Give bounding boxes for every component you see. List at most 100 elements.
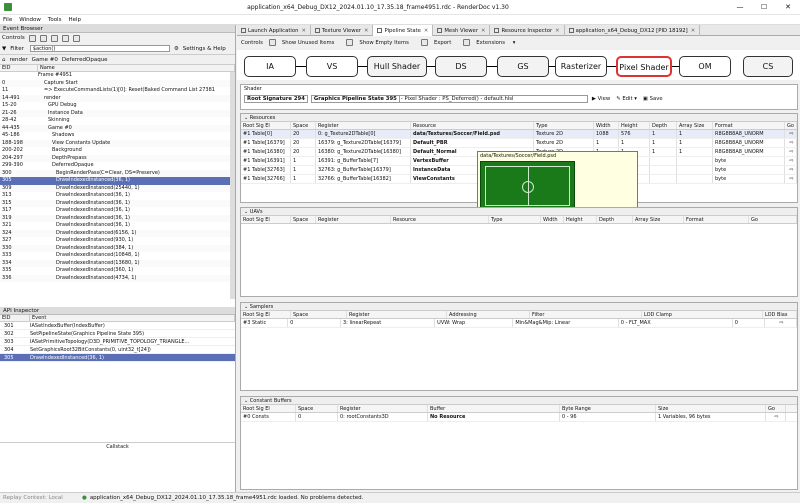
close-icon[interactable]: ✕ bbox=[691, 26, 695, 36]
col-eid[interactable]: EID bbox=[0, 65, 38, 71]
event-row[interactable]: Frame #4951 bbox=[0, 72, 230, 80]
go-arrow-icon[interactable]: ⇨ bbox=[785, 166, 797, 174]
event-row[interactable]: 188-198 View Constants Update bbox=[0, 139, 230, 147]
stage-rasterizer[interactable]: Rasterizer bbox=[555, 56, 607, 77]
col-header[interactable]: Array Size bbox=[633, 216, 684, 223]
col-header[interactable]: Root Sig El bbox=[241, 216, 291, 223]
col-header[interactable]: Resource bbox=[411, 122, 534, 129]
col-header[interactable]: Register bbox=[347, 311, 447, 318]
col-header[interactable]: LOD Bias bbox=[763, 311, 797, 318]
event-row[interactable]: 335 DrawIndexedInstanced(360, 1) bbox=[0, 267, 230, 275]
api-row[interactable]: 301 IASetIndexBuffer(IndexBuffer) bbox=[0, 322, 235, 330]
col-api-eid[interactable]: EID bbox=[0, 315, 30, 321]
event-row[interactable]: 11 => ExecuteCommandLists(1)[0]: Reset(Ba… bbox=[0, 87, 230, 95]
extensions-button[interactable]: Extensions ▾ bbox=[463, 39, 515, 46]
home-icon[interactable]: ⌂ bbox=[2, 57, 6, 63]
show-empty-button[interactable]: Show Empty Items bbox=[346, 39, 415, 46]
stage-hull-shader[interactable]: Hull Shader bbox=[367, 56, 427, 77]
edit-button[interactable]: ✎ Edit ▾ bbox=[616, 96, 637, 102]
close-icon[interactable]: ✕ bbox=[555, 26, 559, 36]
tab-4[interactable]: Resource Inspector ✕ bbox=[490, 25, 565, 36]
event-row[interactable]: 15-20 GPU Debug bbox=[0, 102, 230, 110]
col-header[interactable]: Space bbox=[291, 311, 347, 318]
col-header[interactable]: Buffer bbox=[428, 405, 560, 412]
tab-2[interactable]: Pipeline State ✕ bbox=[373, 25, 434, 36]
tab-3[interactable]: Mesh Viewer ✕ bbox=[433, 25, 491, 36]
col-header[interactable]: Register bbox=[316, 216, 391, 223]
event-row[interactable]: 0 Capture Start bbox=[0, 79, 230, 87]
event-row[interactable]: 44-435 Game #0 bbox=[0, 124, 230, 132]
col-header[interactable]: Go bbox=[749, 216, 797, 223]
event-row[interactable]: 28-42 Skinning bbox=[0, 117, 230, 125]
replay-context[interactable]: Replay Context: Local bbox=[0, 495, 82, 501]
col-name[interactable]: Name bbox=[38, 65, 235, 71]
close-icon[interactable]: ✕ bbox=[364, 26, 368, 36]
gear-icon[interactable]: ⚙ bbox=[174, 46, 179, 52]
event-row[interactable]: 336 DrawIndexedInstanced(4734, 1) bbox=[0, 274, 230, 282]
event-row[interactable]: 14-491 render bbox=[0, 94, 230, 102]
stage-gs[interactable]: GS bbox=[497, 56, 549, 77]
breadcrumb-deferred[interactable]: DeferredOpaque bbox=[62, 57, 108, 63]
event-row[interactable]: 204-297 DepthPrepass bbox=[0, 154, 230, 162]
col-header[interactable]: Register bbox=[316, 122, 411, 129]
table-row[interactable]: #3 Static 0 3: linearRepeat UVW: Wrap Min&Ma… bbox=[241, 319, 797, 328]
menu-window[interactable]: Window bbox=[19, 17, 41, 23]
col-header[interactable]: Register bbox=[338, 405, 428, 412]
go-arrow-icon[interactable]: ⇨ bbox=[766, 413, 786, 421]
event-row[interactable]: 313 DrawIndexedInstanced(36, 1) bbox=[0, 192, 230, 200]
menu-help[interactable]: Help bbox=[68, 17, 81, 23]
event-row[interactable]: 319 DrawIndexedInstanced(36, 1) bbox=[0, 214, 230, 222]
time-icon[interactable] bbox=[72, 34, 80, 42]
close-button[interactable]: ✕ bbox=[776, 0, 800, 15]
breadcrumb-render[interactable]: render bbox=[10, 57, 28, 63]
close-icon[interactable]: ✕ bbox=[481, 26, 485, 36]
col-header[interactable]: Filter bbox=[530, 311, 642, 318]
tab-1[interactable]: Texture Viewer ✕ bbox=[311, 25, 374, 36]
close-icon[interactable]: ✕ bbox=[301, 26, 305, 36]
tab-5[interactable]: application_x64_Debug_DX12 [PID 18192] ✕ bbox=[565, 25, 701, 36]
col-header[interactable]: Type bbox=[534, 122, 594, 129]
go-arrow-icon[interactable]: ⇨ bbox=[785, 148, 797, 156]
col-header[interactable]: Resource bbox=[391, 216, 489, 223]
stage-ds[interactable]: DS bbox=[435, 56, 487, 77]
find-icon[interactable] bbox=[61, 34, 69, 42]
menu-file[interactable]: File bbox=[3, 17, 12, 23]
col-header[interactable]: Depth bbox=[597, 216, 633, 223]
event-row[interactable]: 315 DrawIndexedInstanced(36, 1) bbox=[0, 199, 230, 207]
go-arrow-icon[interactable]: ⇨ bbox=[785, 139, 797, 147]
col-header[interactable]: Space bbox=[291, 216, 316, 223]
col-header[interactable]: LOD Clamp bbox=[642, 311, 763, 318]
bookmark-icon[interactable] bbox=[50, 34, 58, 42]
col-header[interactable]: Root Sig El bbox=[241, 405, 296, 412]
event-row[interactable]: 333 DrawIndexedInstanced(10848, 1) bbox=[0, 252, 230, 260]
event-row[interactable]: 21-26 Instance Data bbox=[0, 109, 230, 117]
col-header[interactable]: Size bbox=[656, 405, 766, 412]
stage-cs[interactable]: CS bbox=[743, 56, 793, 77]
col-header[interactable]: Depth bbox=[650, 122, 677, 129]
stage-ia[interactable]: IA bbox=[244, 56, 296, 77]
go-arrow-icon[interactable]: ⇨ bbox=[785, 130, 797, 138]
col-header[interactable]: Height bbox=[564, 216, 597, 223]
col-header[interactable]: Width bbox=[541, 216, 564, 223]
stage-vs[interactable]: VS bbox=[306, 56, 358, 77]
col-header[interactable]: Format bbox=[713, 122, 785, 129]
col-header[interactable]: Go bbox=[766, 405, 786, 412]
root-signature-link[interactable]: Root Signature 294 bbox=[244, 94, 308, 103]
table-row[interactable]: #0 Consts 0 0: rootConstants3D No Resource 0… bbox=[241, 413, 797, 422]
show-unused-button[interactable]: Show Unused Items bbox=[268, 39, 340, 46]
table-row[interactable]: #1 Table[16379] 20 16379: g_Texture2DTable… bbox=[241, 139, 797, 148]
col-header[interactable]: Byte Range bbox=[560, 405, 656, 412]
event-row[interactable]: 200-202 Background bbox=[0, 147, 230, 155]
close-icon[interactable]: ✕ bbox=[424, 26, 428, 36]
pso-link[interactable]: Graphics Pipeline State 395 bbox=[310, 94, 400, 103]
col-header[interactable]: Root Sig El bbox=[241, 311, 291, 318]
tab-0[interactable]: Launch Application ✕ bbox=[237, 25, 311, 36]
callstack-label[interactable]: Callstack bbox=[0, 442, 235, 450]
export-button[interactable]: Export bbox=[420, 39, 457, 46]
collapse-icon[interactable] bbox=[39, 34, 47, 42]
table-row[interactable]: #1 Table[0] 20 0: g_Texture2DTable[0] data/… bbox=[241, 130, 797, 139]
settings-help-button[interactable]: Settings & Help bbox=[183, 46, 226, 52]
col-header[interactable]: Format bbox=[684, 216, 749, 223]
api-row[interactable]: 303 IASetPrimitiveTopology(D3D_PRIMITIVE_… bbox=[0, 338, 235, 346]
maximize-button[interactable]: ☐ bbox=[752, 0, 776, 15]
